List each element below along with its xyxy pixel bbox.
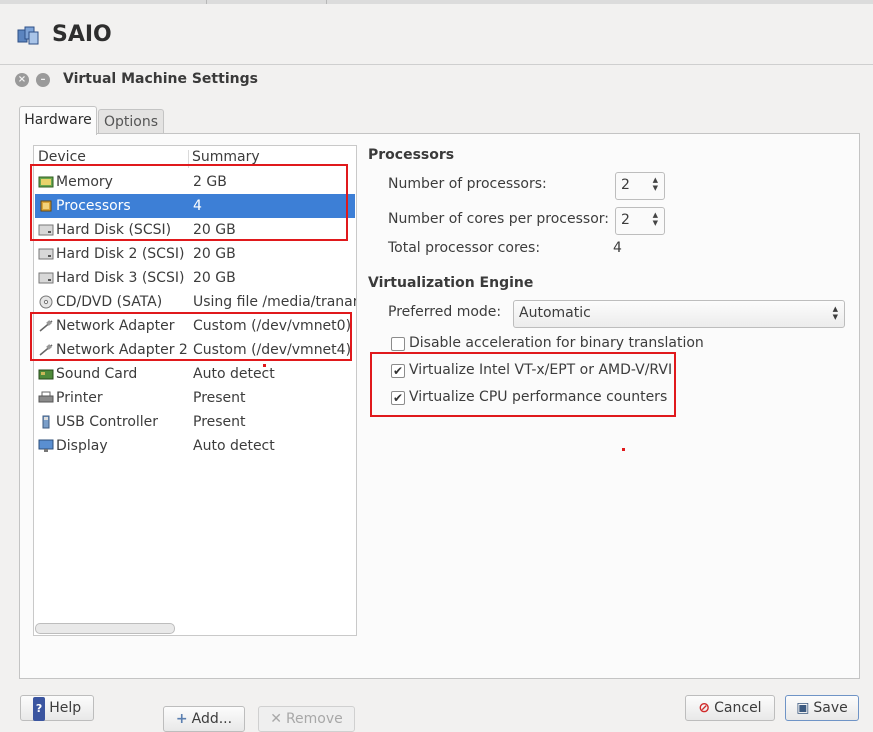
app-title: SAIO <box>52 22 112 47</box>
printer-icon <box>38 391 54 403</box>
preferred-mode-label: Preferred mode: <box>388 304 502 320</box>
device-row-hard-disk-3[interactable]: Hard Disk 3 (SCSI) 20 GB <box>35 266 355 290</box>
device-name: Printer <box>56 390 103 406</box>
column-header-summary[interactable]: Summary <box>192 149 260 165</box>
virtualization-section-title: Virtualization Engine <box>368 275 534 291</box>
processors-section-title: Processors <box>368 147 455 163</box>
help-button[interactable]: ? Help <box>20 695 94 721</box>
sound-card-icon <box>38 369 54 380</box>
num-processors-label: Number of processors: <box>388 176 547 192</box>
device-row-hard-disk-2[interactable]: Hard Disk 2 (SCSI) 20 GB <box>35 242 355 266</box>
remove-device-button[interactable]: ✕ Remove <box>258 706 355 732</box>
hard-disk-icon <box>38 272 54 284</box>
cd-dvd-icon <box>39 295 53 309</box>
hard-disk-icon <box>38 248 54 260</box>
column-header-device[interactable]: Device <box>38 149 86 165</box>
cancel-button-label: Cancel <box>714 700 762 716</box>
display-icon <box>38 439 54 452</box>
device-name: Hard Disk (SCSI) <box>56 222 172 238</box>
remove-icon: ✕ <box>270 711 282 727</box>
device-summary: Present <box>193 414 246 430</box>
device-row-hard-disk[interactable]: Hard Disk (SCSI) 20 GB <box>35 218 355 242</box>
device-summary: 20 GB <box>193 246 236 262</box>
device-name: USB Controller <box>56 414 159 430</box>
device-summary: 2 GB <box>193 174 227 190</box>
device-row-network-adapter[interactable]: Network Adapter Custom (/dev/vmnet0) <box>35 314 355 338</box>
cancel-button[interactable]: ⊘ Cancel <box>685 695 775 721</box>
select-arrows-icon: ▲ ▼ <box>832 305 838 321</box>
help-icon: ? <box>32 697 46 721</box>
device-name: Network Adapter 2 <box>56 342 188 358</box>
device-name: Processors <box>56 198 131 214</box>
device-row-memory[interactable]: Memory 2 GB <box>35 170 355 194</box>
total-cores-value: 4 <box>613 240 622 256</box>
virtualize-cpu-counters-checkbox[interactable]: ✔ <box>391 391 405 405</box>
hard-disk-icon <box>38 224 54 236</box>
device-name: Display <box>56 438 108 454</box>
device-row-sound-card[interactable]: Sound Card Auto detect <box>35 362 355 386</box>
device-summary: Auto detect <box>193 438 275 454</box>
device-name: CD/DVD (SATA) <box>56 294 163 310</box>
vm-library-icon <box>17 26 39 45</box>
dialog-titlebar: × – Virtual Machine Settings <box>0 65 873 95</box>
device-row-printer[interactable]: Printer Present <box>35 386 355 410</box>
device-list[interactable]: Device Summary Memory 2 GB Processors 4 … <box>33 145 357 636</box>
device-row-cd-dvd[interactable]: CD/DVD (SATA) Using file /media/tranan <box>35 290 357 314</box>
device-summary: Custom (/dev/vmnet4) <box>193 342 352 358</box>
app-header: SAIO <box>0 4 873 64</box>
device-name: Network Adapter <box>56 318 175 334</box>
save-button-label: Save <box>813 700 848 716</box>
dialog-title: Virtual Machine Settings <box>63 71 258 87</box>
minimize-window-icon[interactable]: – <box>36 73 50 87</box>
virtualize-cpu-counters-label[interactable]: Virtualize CPU performance counters <box>409 389 667 405</box>
spinner-value: 2 <box>621 212 630 228</box>
preferred-mode-value: Automatic <box>519 305 591 321</box>
tab-options[interactable]: Options <box>98 109 164 133</box>
device-summary: Using file /media/tranan <box>193 294 357 310</box>
device-row-processors[interactable]: Processors 4 <box>35 194 355 218</box>
plus-icon: + <box>175 711 188 727</box>
close-window-icon[interactable]: × <box>15 73 29 87</box>
memory-icon <box>38 176 54 188</box>
network-adapter-icon <box>39 344 53 356</box>
cores-per-processor-label: Number of cores per processor: <box>388 211 609 227</box>
device-row-usb-controller[interactable]: USB Controller Present <box>35 410 355 434</box>
hardware-tab-panel: Device Summary Memory 2 GB Processors 4 … <box>19 133 860 732</box>
usb-icon <box>42 415 50 429</box>
processor-icon <box>40 200 52 212</box>
network-adapter-icon <box>39 320 53 332</box>
disable-acceleration-label[interactable]: Disable acceleration for binary translat… <box>409 335 704 351</box>
num-processors-spinner[interactable]: 2 ▲ ▼ <box>615 172 665 200</box>
annotation-dot <box>622 448 625 451</box>
virtualize-vtx-checkbox[interactable]: ✔ <box>391 364 405 378</box>
add-device-button[interactable]: + Add... <box>163 706 245 732</box>
cancel-icon: ⊘ <box>698 700 711 716</box>
save-button[interactable]: ▣ Save <box>785 695 859 721</box>
device-summary: 20 GB <box>193 270 236 286</box>
annotation-dot <box>263 364 266 367</box>
device-row-display[interactable]: Display Auto detect <box>35 434 355 458</box>
device-row-network-adapter-2[interactable]: Network Adapter 2 Custom (/dev/vmnet4) <box>35 338 355 362</box>
device-summary: Custom (/dev/vmnet0) <box>193 318 352 334</box>
save-icon: ▣ <box>796 700 810 716</box>
horizontal-scrollbar[interactable] <box>35 623 175 634</box>
preferred-mode-select[interactable]: Automatic ▲ ▼ <box>513 300 845 328</box>
vm-settings-dialog: × – Virtual Machine Settings Hardware Op… <box>0 64 873 732</box>
device-summary: 4 <box>193 198 202 214</box>
device-name: Memory <box>56 174 113 190</box>
device-name: Hard Disk 3 (SCSI) <box>56 270 185 286</box>
cores-per-processor-spinner[interactable]: 2 ▲ ▼ <box>615 207 665 235</box>
device-name: Sound Card <box>56 366 138 382</box>
virtualize-vtx-label[interactable]: Virtualize Intel VT-x/EPT or AMD-V/RVI <box>409 362 672 378</box>
device-name: Hard Disk 2 (SCSI) <box>56 246 185 262</box>
spinner-arrows-icon[interactable]: ▲ ▼ <box>653 176 658 192</box>
disable-acceleration-checkbox[interactable] <box>391 337 405 351</box>
device-summary: 20 GB <box>193 222 236 238</box>
tab-hardware[interactable]: Hardware <box>19 106 97 135</box>
device-summary: Present <box>193 390 246 406</box>
spinner-value: 2 <box>621 177 630 193</box>
spinner-arrows-icon[interactable]: ▲ ▼ <box>653 211 658 227</box>
help-button-label: Help <box>49 700 82 716</box>
total-cores-label: Total processor cores: <box>388 240 541 256</box>
